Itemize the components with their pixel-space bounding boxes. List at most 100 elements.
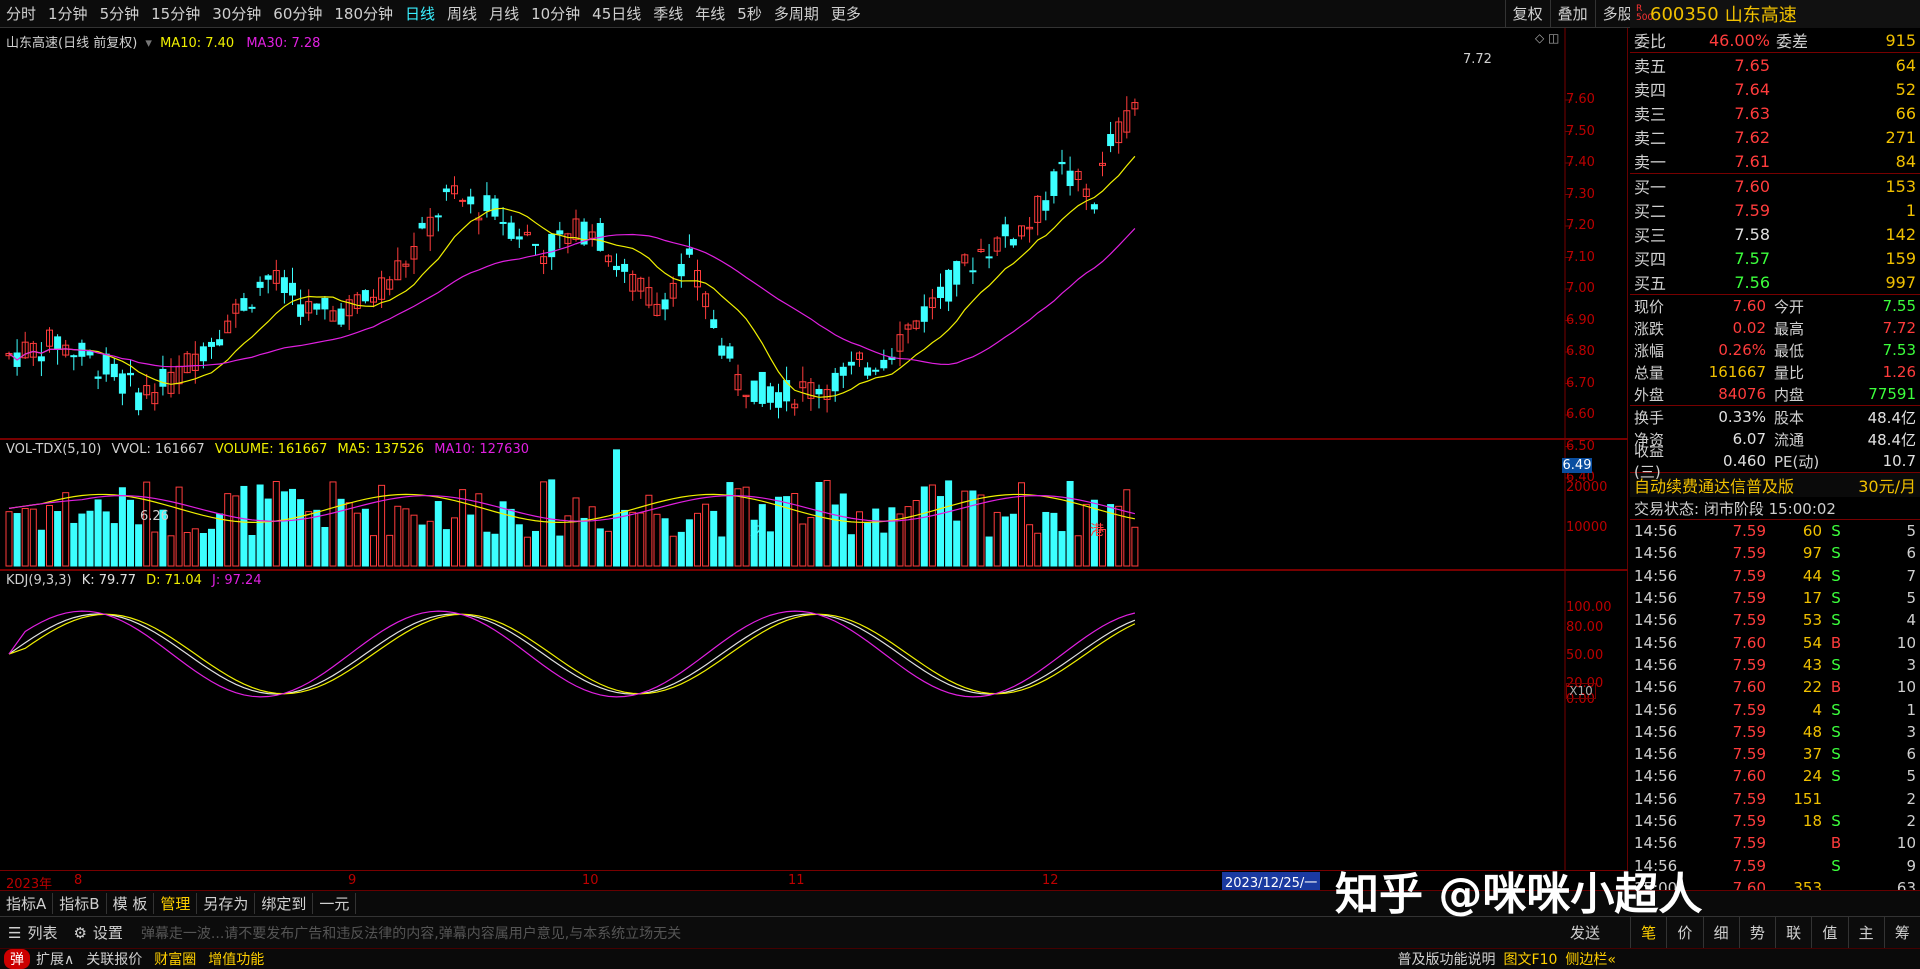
ask-level-row[interactable]: 卖五 7.65 64 xyxy=(1630,53,1920,77)
period-tab[interactable]: 30分钟 xyxy=(206,3,267,24)
status-left-item[interactable]: 增值功能 xyxy=(202,949,270,969)
send-button[interactable]: 发送 xyxy=(1570,922,1630,943)
tick-row[interactable]: 14:56 7.59 37 S 6 xyxy=(1630,743,1920,765)
ask-level-row[interactable]: 卖一 7.61 84 xyxy=(1630,149,1920,173)
period-tab[interactable]: 分时 xyxy=(0,3,42,24)
tick-row[interactable]: 14:56 7.59 43 S 3 xyxy=(1630,654,1920,676)
tick-volume: 4 xyxy=(1812,700,1822,719)
ask-level-row[interactable]: 卖三 7.63 66 xyxy=(1630,101,1920,125)
tick-row[interactable]: 14:56 7.59 44 S 7 xyxy=(1630,565,1920,587)
indicator-tab[interactable]: 模 板 xyxy=(107,893,155,914)
panel-settings-icon[interactable]: ◇ ◫ xyxy=(1535,31,1559,45)
bid-level-row[interactable]: 买一 7.60 153 xyxy=(1630,174,1920,198)
period-tab[interactable]: 45日线 xyxy=(586,3,647,24)
side-tab[interactable]: 主 xyxy=(1847,917,1884,949)
event-marker-hk[interactable]: 港 xyxy=(1090,520,1104,540)
tool-button[interactable]: 叠加 xyxy=(1549,0,1595,27)
tick-row[interactable]: 14:56 7.59 4 S 1 xyxy=(1630,698,1920,720)
level-label: 买四 xyxy=(1634,250,1667,269)
stat-label: 换手 xyxy=(1634,408,1665,427)
date-label-nov: 11 xyxy=(788,873,805,888)
tick-row[interactable]: 14:56 7.59 151 2 xyxy=(1630,788,1920,810)
tick-row[interactable]: 14:56 7.59 17 S 5 xyxy=(1630,587,1920,609)
volume-bar xyxy=(483,531,491,567)
stat-row: 现价 7.60 今开 7.55 xyxy=(1630,295,1920,317)
period-tab[interactable]: 1分钟 xyxy=(42,3,94,24)
status-left-item[interactable]: 财富圈 xyxy=(148,949,202,969)
event-marker-earnings[interactable]: 财 xyxy=(750,520,764,540)
ratio-value: 46.00% xyxy=(1708,30,1770,50)
tick-row[interactable]: 14:56 7.59 B 10 xyxy=(1630,832,1920,854)
promo-text[interactable]: 自动续费通达信普及版 xyxy=(1634,473,1794,497)
bid-level-row[interactable]: 买二 7.59 1 xyxy=(1630,198,1920,222)
side-tab[interactable]: 筹 xyxy=(1883,917,1920,949)
indicator-tab[interactable]: 一元 xyxy=(313,893,357,914)
tool-button[interactable]: 复权 xyxy=(1504,0,1550,27)
indicator-tab[interactable]: 另存为 xyxy=(197,893,256,914)
tick-row[interactable]: 14:56 7.60 54 B 10 xyxy=(1630,631,1920,653)
volume-bar xyxy=(775,496,782,567)
bid-level-row[interactable]: 买四 7.57 159 xyxy=(1630,246,1920,270)
tick-side: S xyxy=(1831,544,1841,563)
period-tab[interactable]: 5分钟 xyxy=(94,3,146,24)
indicator-tab[interactable]: 绑定到 xyxy=(255,893,314,914)
volume-bar xyxy=(548,479,556,567)
period-tab[interactable]: 季线 xyxy=(647,3,689,24)
settings-button[interactable]: ⚙ 设置 xyxy=(65,922,130,943)
list-button[interactable]: ☰ 列表 xyxy=(0,922,65,943)
ask-level-row[interactable]: 卖四 7.64 52 xyxy=(1630,77,1920,101)
promo-row[interactable]: 自动续费通达信普及版 30元/月 xyxy=(1630,473,1920,497)
volume-bar xyxy=(799,523,807,567)
volume-bar xyxy=(823,479,831,567)
indicator-tab[interactable]: 指标A xyxy=(0,893,54,914)
candle-body xyxy=(831,372,839,392)
volume-bar xyxy=(345,502,353,567)
side-tab[interactable]: 值 xyxy=(1811,917,1847,949)
ask-level-row[interactable]: 卖二 7.62 271 xyxy=(1630,125,1920,149)
period-tab[interactable]: 月线 xyxy=(483,3,525,24)
status-right-item[interactable]: 侧边栏« xyxy=(1561,949,1620,969)
period-tab[interactable]: 多周期 xyxy=(768,3,825,24)
period-tab[interactable]: 60分钟 xyxy=(267,3,328,24)
volume-bar xyxy=(588,506,596,567)
status-left-item[interactable]: 扩展∧ xyxy=(30,949,80,969)
tick-list[interactable]: 14:56 7.59 60 S 5 14:56 7.59 97 S 6 14:56 7.59 44 S 7 1… xyxy=(1630,520,1920,899)
panel-dropdown-icon[interactable]: ▾ xyxy=(145,36,152,51)
stock-name: 山东高速 xyxy=(1724,5,1797,26)
stat-label-2: 最高 xyxy=(1774,319,1805,338)
side-tab[interactable]: 联 xyxy=(1775,917,1811,949)
indicator-tab[interactable]: 管理 xyxy=(154,893,198,914)
period-tab[interactable]: 更多 xyxy=(825,3,867,24)
status-right-item[interactable]: 图文F10 xyxy=(1500,949,1562,969)
tick-row[interactable]: 14:56 7.59 48 S 3 xyxy=(1630,721,1920,743)
stat-label-2: 流通 xyxy=(1774,430,1805,449)
period-tab[interactable]: 年线 xyxy=(689,3,731,24)
tick-row[interactable]: 14:56 7.60 22 B 10 xyxy=(1630,676,1920,698)
period-tab[interactable]: 周线 xyxy=(441,3,483,24)
status-left-item[interactable]: 关联报价 xyxy=(80,949,148,969)
period-tab[interactable]: 5秒 xyxy=(731,3,768,24)
tick-row[interactable]: 14:56 7.59 53 S 4 xyxy=(1630,609,1920,631)
tick-row[interactable]: 14:56 7.59 60 S 5 xyxy=(1630,520,1920,542)
tick-row[interactable]: 14:56 7.60 24 S 5 xyxy=(1630,765,1920,787)
status-left-item[interactable]: 弹 xyxy=(4,949,30,969)
kdj-k-line xyxy=(8,613,1136,695)
indicator-tab[interactable]: 指标B xyxy=(53,893,107,914)
candle-body xyxy=(135,392,143,411)
chart-area[interactable]: 山东高速(日线 前复权) ▾ MA10: 7.40 MA30: 7.28 ◇ ◫… xyxy=(0,28,1628,892)
period-tab[interactable]: 15分钟 xyxy=(145,3,206,24)
period-tab[interactable]: 180分钟 xyxy=(328,3,399,24)
bid-level-row[interactable]: 买三 7.58 142 xyxy=(1630,222,1920,246)
side-tab[interactable]: 细 xyxy=(1702,917,1739,949)
tick-row[interactable]: 14:56 7.59 97 S 6 xyxy=(1630,542,1920,564)
candle-body xyxy=(337,308,345,325)
chart-canvas[interactable] xyxy=(0,28,1628,890)
bid-level-row[interactable]: 买五 7.56 997 xyxy=(1630,270,1920,294)
stat-label: 现价 xyxy=(1634,297,1665,316)
period-tab[interactable]: 10分钟 xyxy=(525,3,586,24)
kdj-title: KDJ(9,3,3) xyxy=(6,573,72,588)
period-tab[interactable]: 日线 xyxy=(399,3,441,24)
status-right-item[interactable]: 普及版功能说明 xyxy=(1394,949,1500,969)
side-tab[interactable]: 势 xyxy=(1738,917,1775,949)
tick-row[interactable]: 14:56 7.59 18 S 2 xyxy=(1630,810,1920,832)
